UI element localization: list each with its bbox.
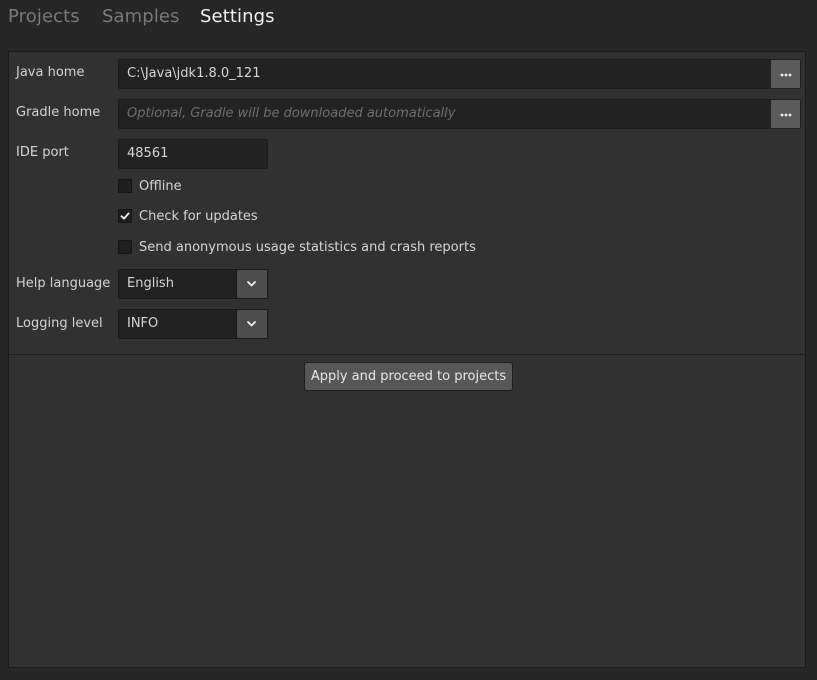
help-language-dropdown-button[interactable] — [236, 270, 267, 298]
chevron-down-icon — [247, 281, 256, 287]
ellipsis-icon — [780, 113, 792, 117]
check-updates-checkbox-row[interactable]: Check for updates — [118, 207, 258, 225]
logging-level-select[interactable]: INFO — [118, 309, 268, 339]
check-updates-label: Check for updates — [139, 208, 258, 224]
top-tab-bar: Projects Samples Settings — [0, 0, 817, 46]
send-stats-checkbox[interactable] — [118, 240, 132, 254]
ellipsis-icon — [780, 73, 792, 77]
send-stats-checkbox-row[interactable]: Send anonymous usage statistics and cras… — [118, 238, 476, 256]
offline-checkbox[interactable] — [118, 179, 132, 193]
java-home-input[interactable]: C:\Java\jdk1.8.0_121 — [118, 59, 771, 89]
logging-level-dropdown-button[interactable] — [236, 310, 267, 338]
offline-checkbox-row[interactable]: Offline — [118, 177, 182, 195]
chevron-down-icon — [247, 321, 256, 327]
settings-panel: Java home C:\Java\jdk1.8.0_121 Gradle ho… — [8, 51, 806, 668]
gradle-home-input[interactable]: Optional, Gradle will be downloaded auto… — [118, 99, 771, 129]
ide-port-label: IDE port — [16, 145, 69, 160]
help-language-select[interactable]: English — [118, 269, 268, 299]
logging-level-label: Logging level — [16, 316, 103, 331]
help-language-value: English — [127, 276, 174, 291]
checkmark-icon — [120, 212, 130, 220]
offline-label: Offline — [139, 178, 182, 194]
tab-projects[interactable]: Projects — [8, 6, 80, 27]
tab-settings[interactable]: Settings — [200, 6, 275, 27]
tab-samples[interactable]: Samples — [102, 6, 180, 27]
java-home-browse-button[interactable] — [770, 59, 801, 89]
help-language-label: Help language — [16, 276, 111, 291]
send-stats-label: Send anonymous usage statistics and cras… — [139, 239, 476, 255]
logging-level-value: INFO — [127, 316, 159, 331]
gradle-home-label: Gradle home — [16, 105, 101, 120]
divider — [9, 354, 805, 355]
gradle-home-browse-button[interactable] — [770, 99, 801, 129]
apply-and-proceed-button[interactable]: Apply and proceed to projects — [304, 362, 513, 391]
java-home-label: Java home — [16, 65, 85, 80]
ide-port-input[interactable]: 48561 — [118, 139, 268, 169]
check-updates-checkbox[interactable] — [118, 209, 132, 223]
